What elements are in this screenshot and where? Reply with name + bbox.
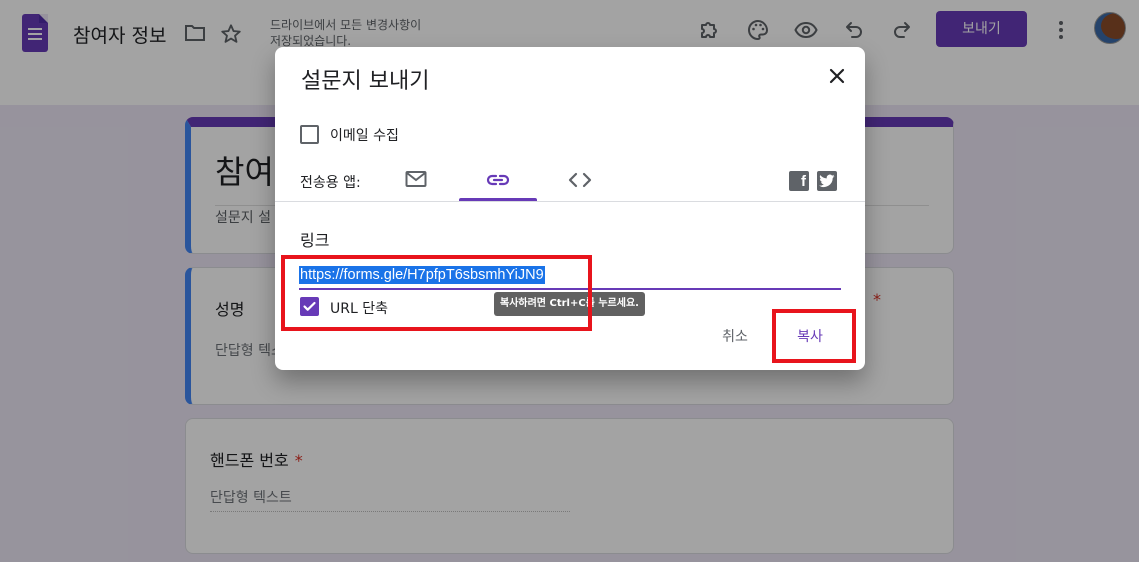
link-highlight-box	[281, 255, 592, 331]
link-heading: 링크	[300, 231, 330, 250]
tab-link[interactable]	[459, 160, 537, 201]
send-via-label: 전송용 앱:	[300, 175, 361, 191]
close-icon[interactable]	[827, 66, 847, 86]
facebook-icon[interactable]: f	[789, 171, 809, 191]
link-icon	[486, 174, 510, 186]
tab-email[interactable]	[378, 160, 456, 201]
code-icon	[568, 172, 592, 188]
collect-email-checkbox[interactable]	[300, 125, 319, 144]
tab-embed[interactable]	[541, 160, 619, 201]
cancel-button[interactable]: 취소	[704, 319, 766, 355]
copy-highlight-box	[772, 309, 856, 363]
twitter-icon[interactable]	[817, 171, 837, 191]
collect-email-label[interactable]: 이메일 수집	[330, 125, 399, 145]
dialog-title: 설문지 보내기	[301, 69, 430, 94]
mail-icon	[405, 171, 427, 187]
divider	[275, 201, 865, 202]
